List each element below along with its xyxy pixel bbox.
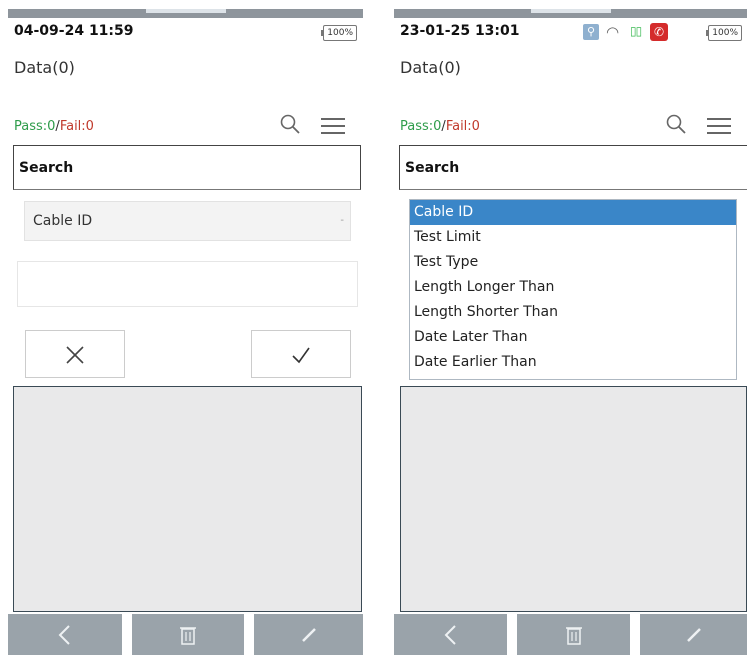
option-test-limit[interactable]: Test Limit [410, 225, 736, 250]
clock: 04-09-24 11:59 [14, 23, 134, 39]
bottom-nav [8, 614, 363, 655]
option-cable-id[interactable]: Cable ID [410, 200, 736, 225]
fail-count: Fail:0 [445, 119, 480, 134]
pass-fail-summary: Pass:0/Fail:0 [400, 119, 480, 134]
option-length-longer-than[interactable]: Length Longer Than [410, 275, 736, 300]
search-field-select[interactable]: Cable ID - [24, 201, 351, 241]
search-header: Search [13, 145, 361, 190]
option-length-shorter-than[interactable]: Length Shorter Than [410, 300, 736, 325]
search-icon[interactable] [664, 112, 688, 136]
delete-button[interactable] [132, 614, 244, 655]
page-title: Data(0) [400, 58, 461, 77]
caret-icon: - [340, 215, 344, 226]
check-icon [292, 347, 310, 364]
wifi-icon: ◠ [606, 23, 620, 41]
results-panel [400, 386, 747, 612]
pass-fail-summary: Pass:0/Fail:0 [14, 119, 94, 134]
usb-icon: ⚲ [583, 24, 599, 40]
delete-icon [565, 626, 582, 645]
option-date-earlier-than[interactable]: Date Earlier Than [410, 350, 736, 375]
edit-button[interactable] [640, 614, 747, 655]
edit-button[interactable] [254, 614, 363, 655]
status-bar: 04-09-24 11:59 100% [8, 18, 363, 48]
edit-icon [686, 627, 701, 642]
menu-icon[interactable] [320, 116, 346, 136]
page-title: Data(0) [14, 58, 75, 77]
back-button[interactable] [394, 614, 507, 655]
option-date-later-than[interactable]: Date Later Than [410, 325, 736, 350]
back-button[interactable] [8, 614, 122, 655]
status-bar: 23-01-25 13:01 ⚲ ◠ ▯▯ ✆ 100% [394, 18, 747, 48]
pass-count: Pass:0 [14, 119, 56, 134]
phone-icon: ✆ [650, 23, 668, 41]
option-test-type[interactable]: Test Type [410, 250, 736, 275]
top-bezel [8, 9, 363, 18]
back-icon [58, 624, 70, 645]
device-screen-right: 23-01-25 13:01 ⚲ ◠ ▯▯ ✆ 100% Data(0) Pas… [394, 0, 747, 655]
bottom-nav [394, 614, 747, 655]
menu-icon[interactable] [706, 116, 732, 136]
signal-icon: ▯▯ [630, 24, 642, 38]
search-value-input[interactable] [17, 261, 358, 307]
top-bezel [394, 9, 747, 18]
delete-button[interactable] [517, 614, 630, 655]
search-header: Search [399, 145, 747, 190]
delete-icon [180, 626, 196, 645]
confirm-button[interactable] [251, 330, 351, 378]
cancel-button[interactable] [25, 330, 125, 378]
device-screen-left: 04-09-24 11:59 100% Data(0) Pass:0/Fail:… [8, 0, 363, 655]
x-icon [66, 346, 84, 364]
battery-indicator: 100% [321, 25, 357, 41]
search-field-listbox[interactable]: Cable ID Test Limit Test Type Length Lon… [409, 199, 737, 380]
battery-indicator: 100% [706, 25, 742, 41]
back-icon [444, 624, 456, 645]
search-field-value: Cable ID [33, 213, 93, 229]
fail-count: Fail:0 [59, 119, 94, 134]
pass-count: Pass:0 [400, 119, 442, 134]
edit-icon [301, 627, 316, 642]
search-icon[interactable] [278, 112, 302, 136]
results-panel [13, 386, 362, 612]
